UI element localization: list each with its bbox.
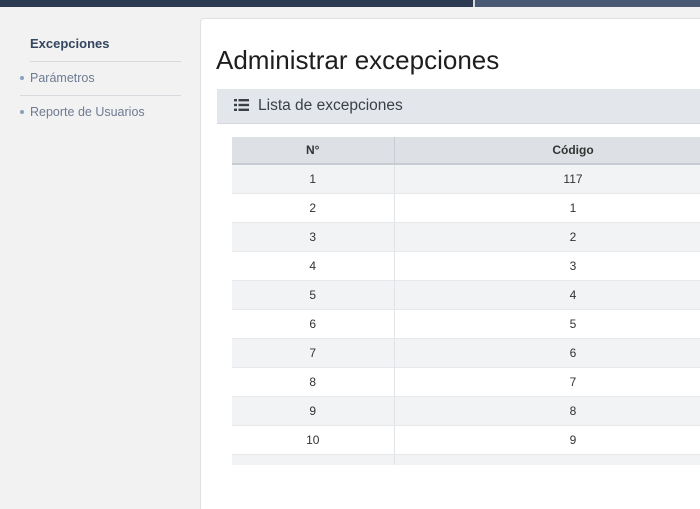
sidebar-item-parametros[interactable]: Parámetros xyxy=(20,61,181,96)
cell-number: 4 xyxy=(232,251,395,281)
table-header-row: N° Código xyxy=(232,137,700,165)
sidebar-item-reporte-de-usuarios[interactable]: Reporte de Usuarios xyxy=(20,95,181,129)
table-row-partial xyxy=(232,454,700,465)
cell-code: 5 xyxy=(394,309,700,339)
table-row[interactable]: 8 7 xyxy=(232,367,700,397)
table-row[interactable]: 5 4 xyxy=(232,280,700,310)
cell-code: 9 xyxy=(394,425,700,455)
main-content: Administrar excepciones Lista de excepci… xyxy=(200,18,700,509)
bullet-icon xyxy=(20,109,24,114)
column-header-number[interactable]: N° xyxy=(232,137,395,165)
cell-number xyxy=(232,454,395,465)
cell-number: 5 xyxy=(232,280,395,310)
table-row[interactable]: 6 5 xyxy=(232,309,700,339)
cell-code xyxy=(394,454,700,465)
cell-code: 2 xyxy=(394,222,700,252)
cell-number: 9 xyxy=(232,396,395,426)
table-row[interactable]: 3 2 xyxy=(232,222,700,252)
list-icon xyxy=(234,99,249,111)
exceptions-table-container: N° Código 1 117 2 1 3 2 4 3 5 4 6 5 7 6 … xyxy=(232,137,700,465)
table-row[interactable]: 1 117 xyxy=(232,164,700,194)
top-navbar xyxy=(0,0,700,7)
sidebar: Excepciones Parámetros Reporte de Usuari… xyxy=(0,7,200,500)
exceptions-table: N° Código 1 117 2 1 3 2 4 3 5 4 6 5 7 6 … xyxy=(232,137,700,465)
panel-title: Lista de excepciones xyxy=(258,97,403,114)
navbar-brand-area xyxy=(0,0,473,7)
cell-number: 2 xyxy=(232,193,395,223)
cell-code: 3 xyxy=(394,251,700,281)
table-row[interactable]: 4 3 xyxy=(232,251,700,281)
cell-number: 1 xyxy=(232,164,395,194)
cell-number: 7 xyxy=(232,338,395,368)
cell-number: 6 xyxy=(232,309,395,339)
column-header-code[interactable]: Código xyxy=(394,137,700,165)
table-row[interactable]: 2 1 xyxy=(232,193,700,223)
cell-code: 7 xyxy=(394,367,700,397)
sidebar-item-label: Parámetros xyxy=(30,71,95,85)
cell-code: 6 xyxy=(394,338,700,368)
table-row[interactable]: 7 6 xyxy=(232,338,700,368)
cell-number: 10 xyxy=(232,425,395,455)
cell-code: 1 xyxy=(394,193,700,223)
cell-code: 8 xyxy=(394,396,700,426)
cell-code: 4 xyxy=(394,280,700,310)
cell-code: 117 xyxy=(394,164,700,194)
table-row[interactable]: 9 8 xyxy=(232,396,700,426)
sidebar-item-excepciones[interactable]: Excepciones xyxy=(30,27,181,62)
bullet-icon xyxy=(20,75,24,80)
cell-number: 8 xyxy=(232,367,395,397)
sidebar-item-label: Reporte de Usuarios xyxy=(30,105,145,119)
page-title: Administrar excepciones xyxy=(216,45,500,75)
panel-header: Lista de excepciones xyxy=(217,89,700,124)
table-row[interactable]: 10 9 xyxy=(232,425,700,455)
navbar-menu-area[interactable] xyxy=(475,0,700,7)
cell-number: 3 xyxy=(232,222,395,252)
sidebar-item-label: Excepciones xyxy=(30,36,110,51)
